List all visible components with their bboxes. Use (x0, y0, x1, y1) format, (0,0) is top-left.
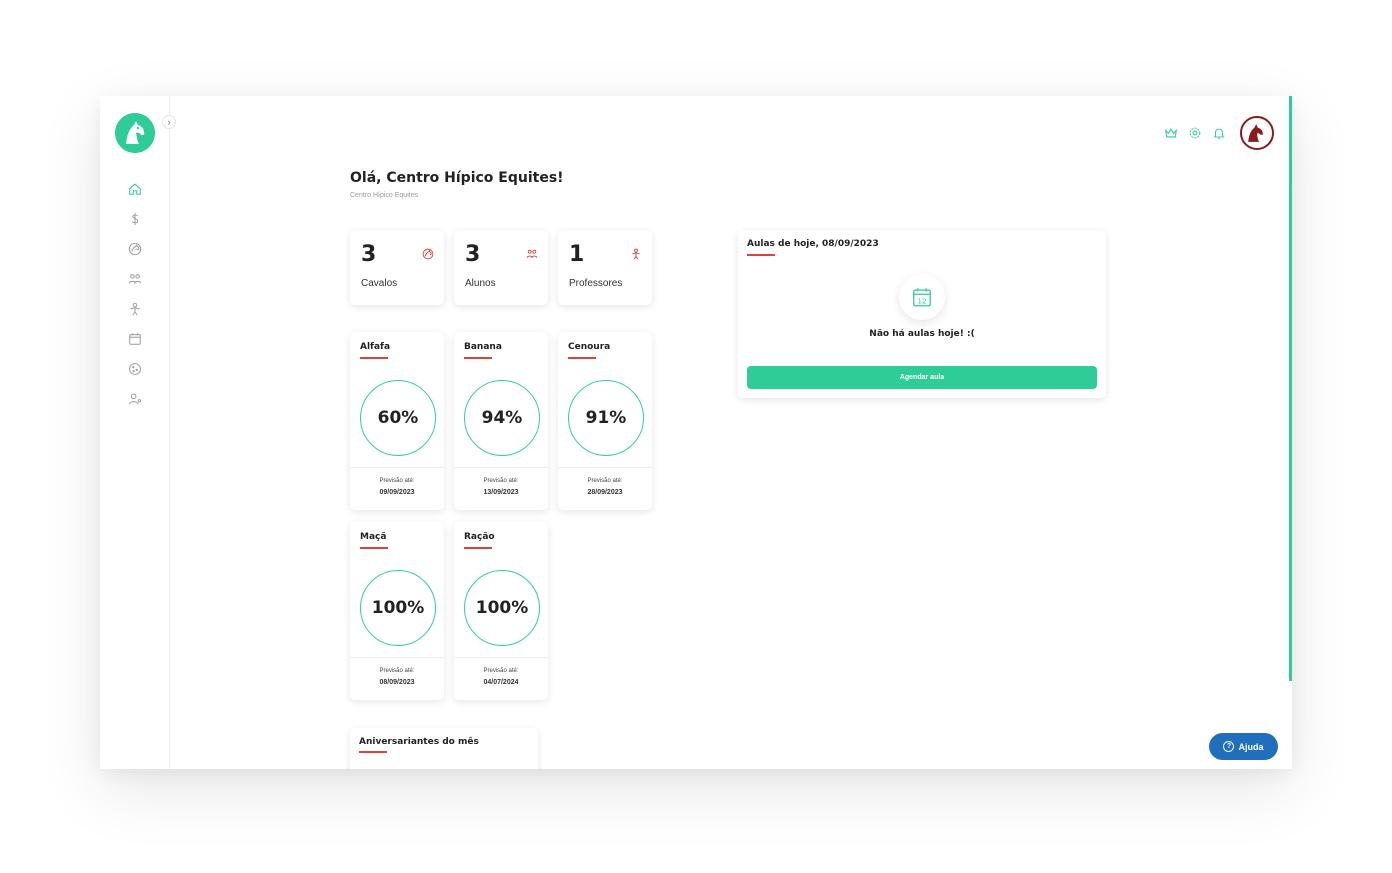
forecast-date: 28/09/2023 (587, 489, 623, 496)
scrollbar[interactable] (1289, 96, 1292, 681)
divider (350, 657, 444, 658)
teacher-icon (632, 248, 640, 260)
question-icon: ? (1223, 741, 1235, 752)
title-underline (464, 357, 492, 359)
feed-level-ring: 100% (360, 570, 436, 646)
forecast-date: 08/09/2023 (379, 679, 415, 686)
stat-label: Cavalos (361, 278, 398, 289)
sidebar-item-home[interactable] (100, 174, 170, 204)
students-icon (128, 274, 142, 284)
stat-value: 3 (361, 242, 377, 267)
calendar-icon: 12 (899, 274, 945, 320)
sidebar-item-users[interactable] (100, 384, 170, 414)
stat-label: Alunos (465, 278, 496, 289)
feed-level-ring: 91% (568, 380, 644, 456)
forecast-date: 09/09/2023 (379, 489, 415, 496)
dollar-icon (131, 212, 139, 226)
calendar-icon (129, 333, 141, 345)
help-label: Ajuda (1238, 741, 1264, 752)
schedule-lesson-button[interactable]: Agendar aula (747, 366, 1097, 389)
user-settings-icon (128, 393, 141, 405)
help-button[interactable]: ? Ajuda (1209, 733, 1278, 760)
sidebar-item-teachers[interactable] (100, 294, 170, 324)
settings-icon[interactable] (1188, 126, 1202, 140)
crown-icon[interactable] (1164, 126, 1178, 140)
stat-label: Professores (569, 278, 623, 289)
user-avatar[interactable] (1240, 116, 1274, 150)
topbar-actions (1164, 116, 1274, 150)
forecast-label: Previsão até: (587, 478, 623, 484)
sidebar-collapse-button[interactable]: › (162, 115, 176, 129)
page-subtitle: Centro Hípico Equites (350, 192, 419, 199)
feed-name: Alfafa (360, 342, 391, 352)
feed-level-ring: 60% (360, 380, 436, 456)
title-underline (359, 751, 387, 753)
feed-card-maca[interactable]: Maçã 100% Previsão até: 08/09/2023 (350, 522, 444, 700)
calendar-day: 12 (917, 296, 926, 305)
sidebar-nav (100, 174, 170, 414)
feed-name: Banana (464, 342, 502, 352)
feed-card-cenoura[interactable]: Cenoura 91% Previsão até: 28/09/2023 (558, 332, 652, 510)
empty-message: Não há aulas hoje! :( (869, 329, 975, 339)
teacher-icon (130, 302, 140, 316)
feed-name: Maçã (360, 532, 387, 542)
feed-name: Cenoura (568, 342, 611, 352)
divider (454, 657, 548, 658)
title-underline (568, 357, 596, 359)
sidebar-item-feed[interactable] (100, 354, 170, 384)
cookie-icon (129, 363, 141, 375)
page-title: Olá, Centro Hípico Equites! (350, 170, 564, 186)
lessons-title: Aulas de hoje, 08/09/2023 (747, 239, 879, 249)
divider (558, 467, 652, 468)
app-window: › Olá, Centro Hípico Equites! Centro Híp… (100, 96, 1292, 769)
feed-name: Ração (464, 532, 495, 542)
feed-card-racao[interactable]: Ração 100% Previsão até: 04/07/2024 (454, 522, 548, 700)
feed-card-alfafa[interactable]: Alfafa 60% Previsão até: 09/09/2023 (350, 332, 444, 510)
students-icon (526, 249, 538, 258)
sidebar-item-horses[interactable] (100, 234, 170, 264)
birthdays-card: Aniversariantes do mês (350, 728, 538, 769)
stat-card-horses[interactable]: 3 Cavalos (350, 230, 444, 305)
horse-logo-icon[interactable] (115, 113, 155, 153)
forecast-date: 13/09/2023 (483, 489, 519, 496)
forecast-label: Previsão até: (379, 668, 415, 674)
sidebar-item-students[interactable] (100, 264, 170, 294)
sidebar-item-calendar[interactable] (100, 324, 170, 354)
feed-level-ring: 100% (464, 570, 540, 646)
horse-icon (422, 248, 434, 260)
title-underline (464, 547, 492, 549)
forecast-label: Previsão até: (483, 668, 519, 674)
forecast-label: Previsão até: (483, 478, 519, 484)
forecast-label: Previsão até: (379, 478, 415, 484)
bell-icon[interactable] (1212, 126, 1226, 140)
divider (454, 467, 548, 468)
feed-card-banana[interactable]: Banana 94% Previsão até: 13/09/2023 (454, 332, 548, 510)
horse-icon (128, 242, 142, 256)
lessons-card: Aulas de hoje, 08/09/2023 12 Não há aula… (738, 230, 1106, 398)
title-underline (360, 547, 388, 549)
sidebar: › (100, 96, 176, 769)
feed-level-ring: 94% (464, 380, 540, 456)
stat-value: 3 (465, 242, 481, 267)
birthdays-title: Aniversariantes do mês (359, 737, 479, 747)
forecast-date: 04/07/2024 (483, 679, 519, 686)
title-underline (747, 254, 775, 256)
stat-value: 1 (569, 242, 585, 267)
sidebar-item-finance[interactable] (100, 204, 170, 234)
stat-card-students[interactable]: 3 Alunos (454, 230, 548, 305)
home-icon (129, 183, 141, 195)
title-underline (360, 357, 388, 359)
stat-card-teachers[interactable]: 1 Professores (558, 230, 652, 305)
divider (350, 467, 444, 468)
